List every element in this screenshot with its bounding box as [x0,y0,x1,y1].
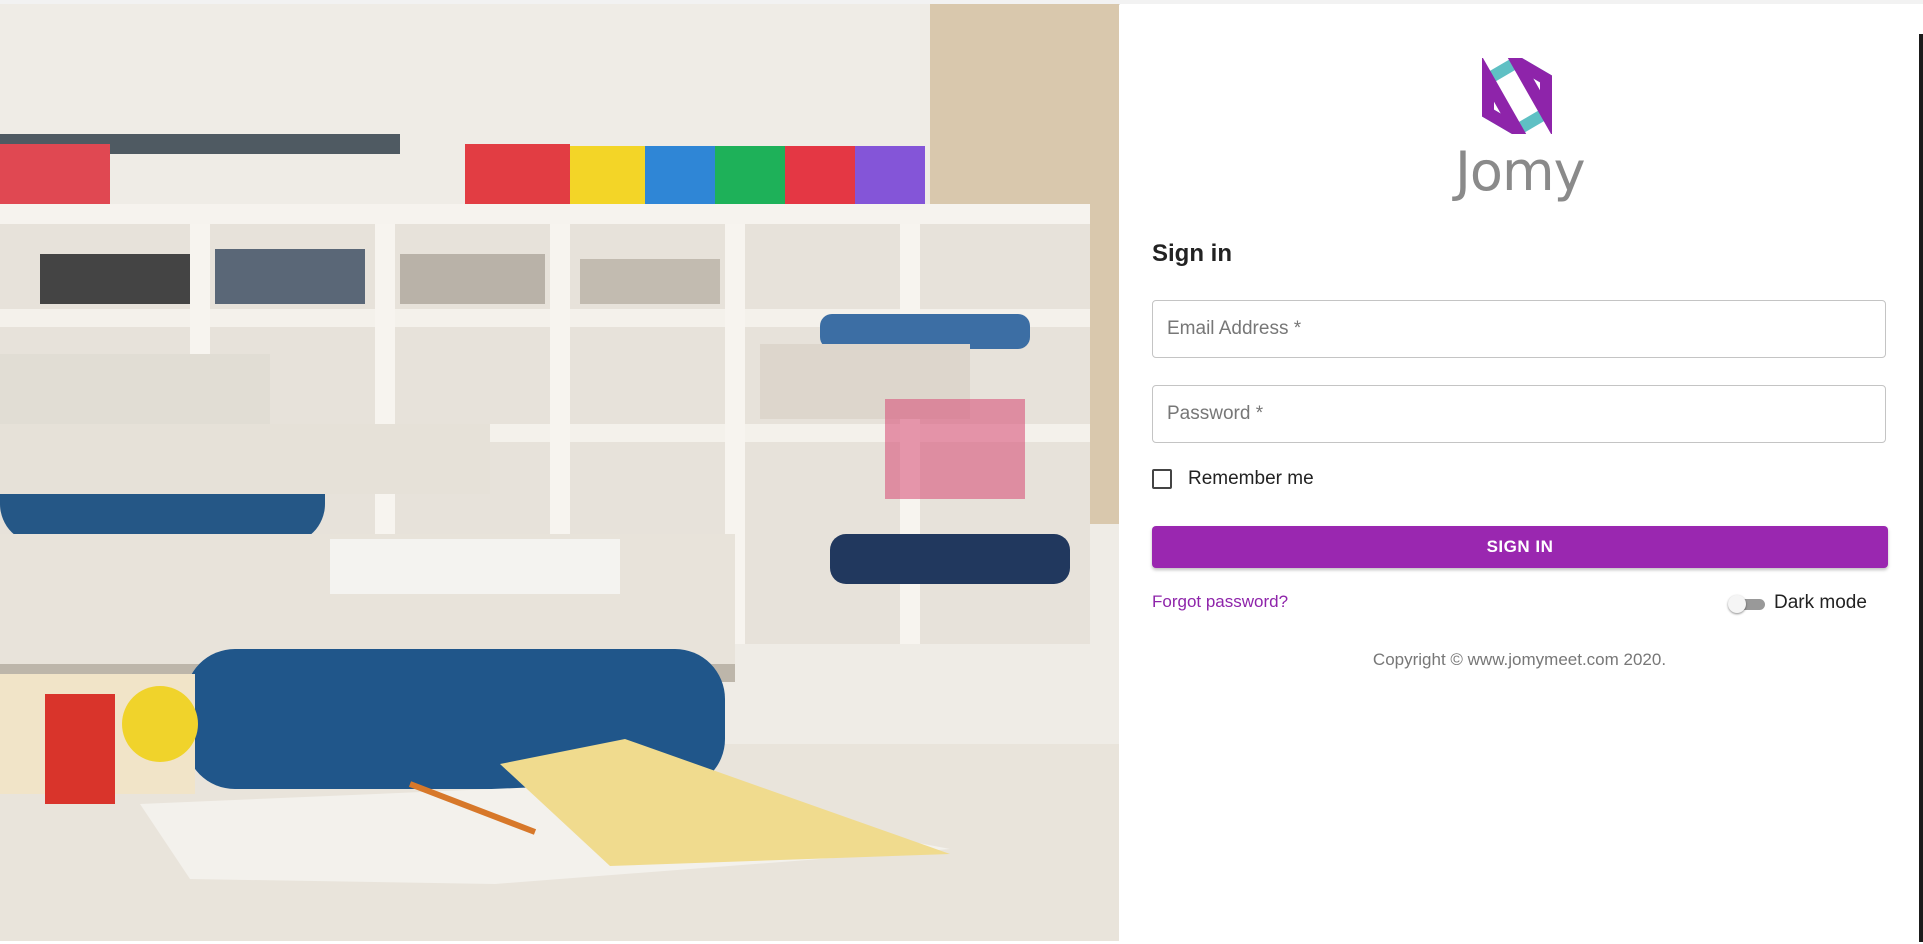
password-field[interactable] [1152,385,1886,443]
remember-me-label: Remember me [1188,468,1314,489]
brand-logo: Jomy [1455,58,1586,208]
sign-in-button[interactable]: SIGN IN [1152,526,1888,568]
toggle-thumb[interactable] [1728,595,1746,613]
classroom-photo-drawing [0,4,1119,941]
remember-me-option[interactable]: Remember me [1152,466,1314,492]
email-field[interactable] [1152,300,1886,358]
email-input[interactable] [1153,301,1885,357]
window-right-edge [1919,34,1923,942]
remember-me-checkbox[interactable] [1152,469,1172,489]
forgot-password-link[interactable]: Forgot password? [1152,592,1288,612]
sign-in-heading: Sign in [1152,240,1232,267]
dark-mode-toggle[interactable] [1727,594,1769,614]
password-input[interactable] [1153,386,1885,442]
brand-name: Jomy [1455,140,1586,203]
hexagon-logo-icon [1482,58,1552,134]
classroom-photo [0,4,1119,941]
copyright-text: Copyright © www.jomymeet.com 2020. [1372,650,1667,669]
dark-mode-label: Dark mode [1774,592,1867,613]
